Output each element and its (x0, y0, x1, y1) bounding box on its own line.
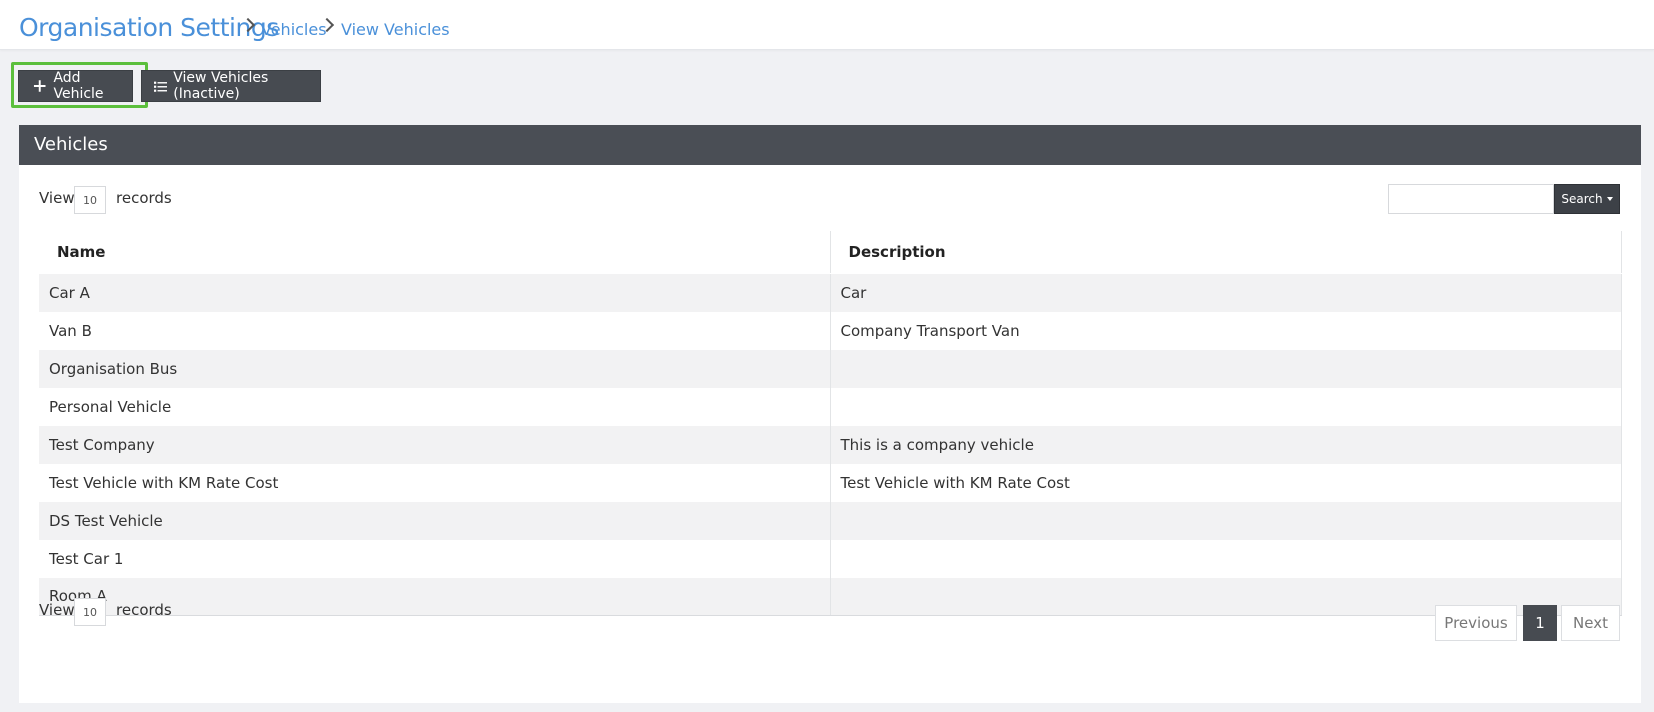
search-button[interactable]: Search (1554, 184, 1620, 214)
cell-name: Test Vehicle with KM Rate Cost (39, 463, 831, 502)
table-row[interactable]: Car A Car (39, 273, 1622, 312)
cell-name: Test Company (39, 425, 831, 464)
view-label-top: View (39, 189, 75, 207)
table-row[interactable]: Test Company This is a company vehicle (39, 425, 1622, 464)
table-row[interactable]: Personal Vehicle (39, 387, 1622, 426)
top-bar: Organisation Settings Vehicles View Vehi… (0, 0, 1654, 50)
caret-down-icon (1606, 197, 1613, 201)
table-row[interactable]: Room A (39, 577, 1622, 616)
table-header-row: Name Description (39, 231, 1622, 274)
cell-description: Company Transport Van (830, 311, 1622, 350)
previous-page-button[interactable]: Previous (1435, 605, 1517, 641)
page-size-select-bottom[interactable]: 10 (74, 598, 106, 626)
cell-description: Test Vehicle with KM Rate Cost (830, 463, 1622, 502)
cell-name: DS Test Vehicle (39, 501, 831, 540)
breadcrumb-view-vehicles[interactable]: View Vehicles (341, 20, 450, 39)
vehicles-table: Name Description Car A Car Van B Company… (39, 231, 1622, 616)
table-row[interactable]: Test Car 1 (39, 539, 1622, 578)
cell-name: Car A (39, 273, 831, 312)
column-header-description[interactable]: Description (830, 231, 1622, 274)
table-row[interactable]: Van B Company Transport Van (39, 311, 1622, 350)
cell-description (830, 387, 1622, 426)
page-title: Organisation Settings (19, 13, 279, 42)
cell-name: Personal Vehicle (39, 387, 831, 426)
cell-description: Car (830, 273, 1622, 312)
add-vehicle-label: Add Vehicle (53, 70, 104, 102)
table-row[interactable]: Organisation Bus (39, 349, 1622, 388)
records-label-bottom: records (116, 601, 172, 619)
page-size-select-top[interactable]: 10 (74, 186, 106, 214)
column-header-name[interactable]: Name (39, 231, 831, 274)
next-page-button[interactable]: Next (1561, 605, 1620, 641)
cell-description (830, 501, 1622, 540)
breadcrumb-vehicles[interactable]: Vehicles (261, 20, 327, 39)
cell-name: Organisation Bus (39, 349, 831, 388)
plus-icon (33, 80, 46, 92)
cell-name: Van B (39, 311, 831, 350)
search-button-label: Search (1561, 192, 1603, 206)
cell-name: Test Car 1 (39, 539, 831, 578)
view-inactive-vehicles-button[interactable]: View Vehicles (Inactive) (141, 70, 321, 102)
page-1-button[interactable]: 1 (1523, 605, 1557, 641)
table-row[interactable]: DS Test Vehicle (39, 501, 1622, 540)
records-label-top: records (116, 189, 172, 207)
panel-title: Vehicles (34, 134, 108, 155)
view-inactive-label: View Vehicles (Inactive) (173, 70, 269, 102)
panel-header: Vehicles (19, 125, 1641, 165)
table-row[interactable]: Test Vehicle with KM Rate Cost Test Vehi… (39, 463, 1622, 502)
add-vehicle-button[interactable]: Add Vehicle (18, 70, 133, 102)
list-icon (154, 81, 168, 92)
cell-description (830, 349, 1622, 388)
search-input[interactable] (1388, 184, 1554, 214)
vehicles-panel: Vehicles View 10 records Search Name Des… (19, 125, 1641, 703)
cell-description: This is a company vehicle (830, 425, 1622, 464)
view-label-bottom: View (39, 601, 75, 619)
cell-description (830, 539, 1622, 578)
